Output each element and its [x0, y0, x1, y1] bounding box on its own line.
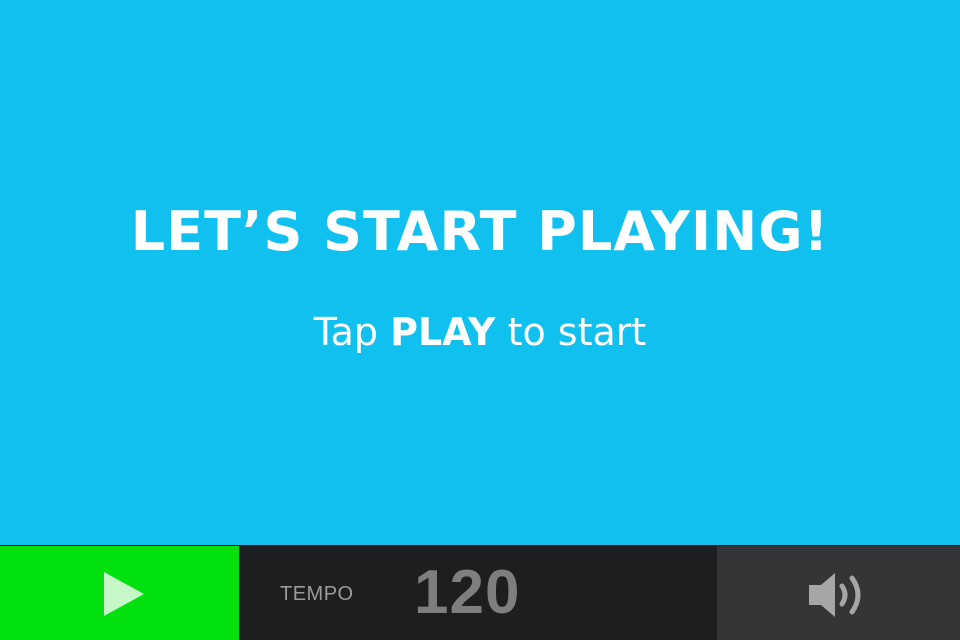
- tempo-label: TEMPO: [280, 583, 354, 605]
- tempo-value[interactable]: 120: [414, 562, 520, 624]
- speaker-volume-icon: [809, 573, 861, 617]
- tempo-panel: TEMPO 120: [239, 546, 717, 640]
- play-button[interactable]: [0, 546, 239, 640]
- instruction-text: Tap PLAY to start: [0, 308, 960, 356]
- play-icon: [104, 572, 144, 616]
- instruction-prefix: Tap: [313, 310, 391, 354]
- app-screen: LET’S START PLAYING! Tap PLAY to start T…: [0, 0, 960, 640]
- instruction-emphasis: PLAY: [390, 310, 496, 354]
- volume-button[interactable]: [717, 546, 960, 640]
- instruction-suffix: to start: [495, 310, 647, 354]
- headline: LET’S START PLAYING!: [130, 200, 830, 263]
- bottom-toolbar: TEMPO 120: [0, 545, 960, 640]
- main-panel: LET’S START PLAYING! Tap PLAY to start: [0, 0, 960, 545]
